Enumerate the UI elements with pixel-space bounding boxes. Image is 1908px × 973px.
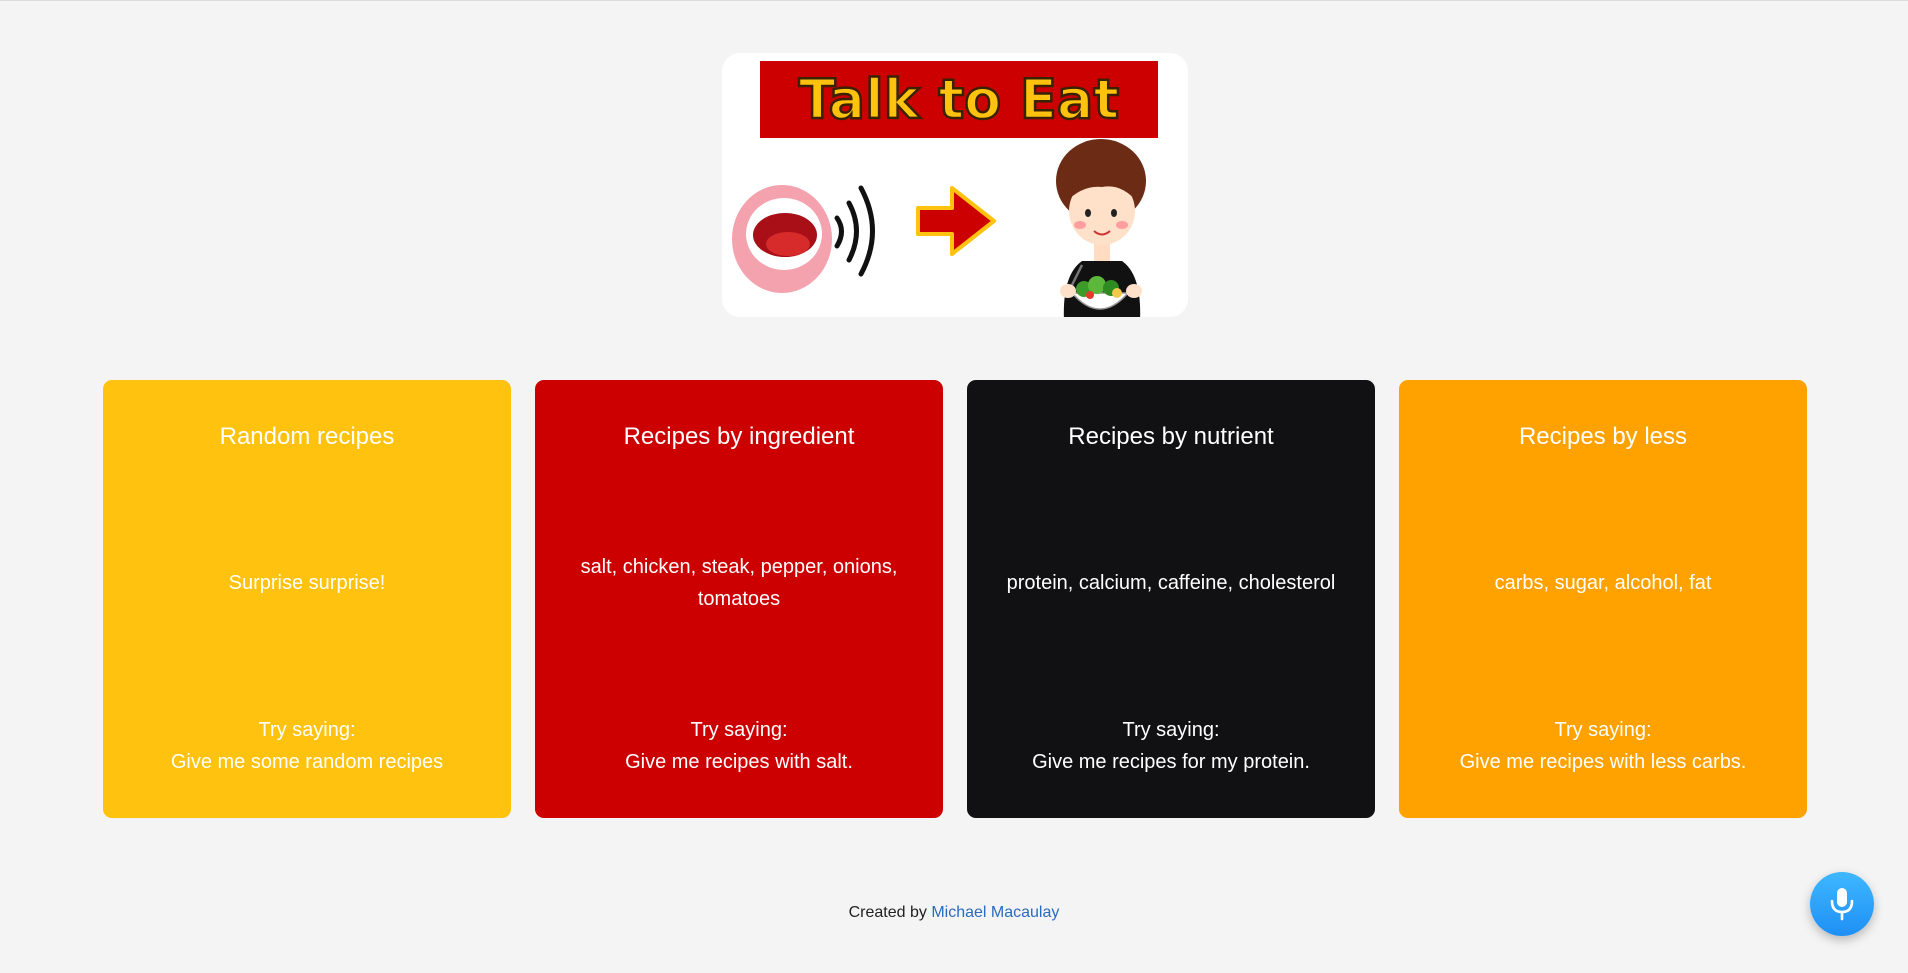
try-label: Try saying: xyxy=(1122,719,1220,741)
arrow-icon xyxy=(916,186,996,256)
card-title: Recipes by less xyxy=(1518,423,1688,450)
card-recipes-by-nutrient[interactable]: Recipes by nutrient protein, calcium, ca… xyxy=(967,380,1375,818)
logo-text: Talk to Eat xyxy=(799,68,1119,131)
sound-waves-icon xyxy=(834,185,875,277)
author-link[interactable]: Michael Macaulay xyxy=(931,904,1059,921)
card-title: Random recipes xyxy=(219,423,395,450)
try-phrase: Give me recipes with salt. xyxy=(625,751,853,773)
logo-image: Talk to Eat xyxy=(722,53,1188,317)
card-examples: carbs, sugar, alcohol, fat xyxy=(1494,572,1712,594)
try-phrase: Give me recipes with less carbs. xyxy=(1459,751,1747,773)
card-try-saying: Try saying: Give me recipes for my prote… xyxy=(967,714,1375,778)
footer-prefix: Created by xyxy=(848,904,927,921)
woman-eating-icon xyxy=(1056,139,1146,317)
footer: Created by Michael Macaulay xyxy=(0,904,1908,922)
card-try-saying: Try saying: Give me recipes with less ca… xyxy=(1399,714,1807,778)
card-title: Recipes by ingredient xyxy=(623,423,855,450)
card-examples: Surprise surprise! xyxy=(228,572,386,594)
card-examples: salt, chicken, steak, pepper, onions, to… xyxy=(580,556,898,610)
card-random-recipes[interactable]: Random recipes Surprise surprise! Try sa… xyxy=(103,380,511,818)
card-examples: protein, calcium, caffeine, cholesterol xyxy=(1006,572,1336,594)
try-phrase: Give me recipes for my protein. xyxy=(1032,751,1310,773)
microphone-button[interactable] xyxy=(1810,872,1874,936)
card-try-saying: Try saying: Give me recipes with salt. xyxy=(535,714,943,778)
microphone-icon xyxy=(1830,888,1854,921)
try-phrase: Give me some random recipes xyxy=(170,751,444,773)
try-label: Try saying: xyxy=(690,719,788,741)
card-recipes-by-ingredient[interactable]: Recipes by ingredient salt, chicken, ste… xyxy=(535,380,943,818)
category-cards: Random recipes Surprise surprise! Try sa… xyxy=(103,380,1807,818)
card-try-saying: Try saying: Give me some random recipes xyxy=(103,714,511,778)
mouth-icon xyxy=(732,185,832,293)
try-label: Try saying: xyxy=(258,719,356,741)
try-label: Try saying: xyxy=(1554,719,1652,741)
card-recipes-by-less[interactable]: Recipes by less carbs, sugar, alcohol, f… xyxy=(1399,380,1807,818)
card-title: Recipes by nutrient xyxy=(1068,423,1274,450)
